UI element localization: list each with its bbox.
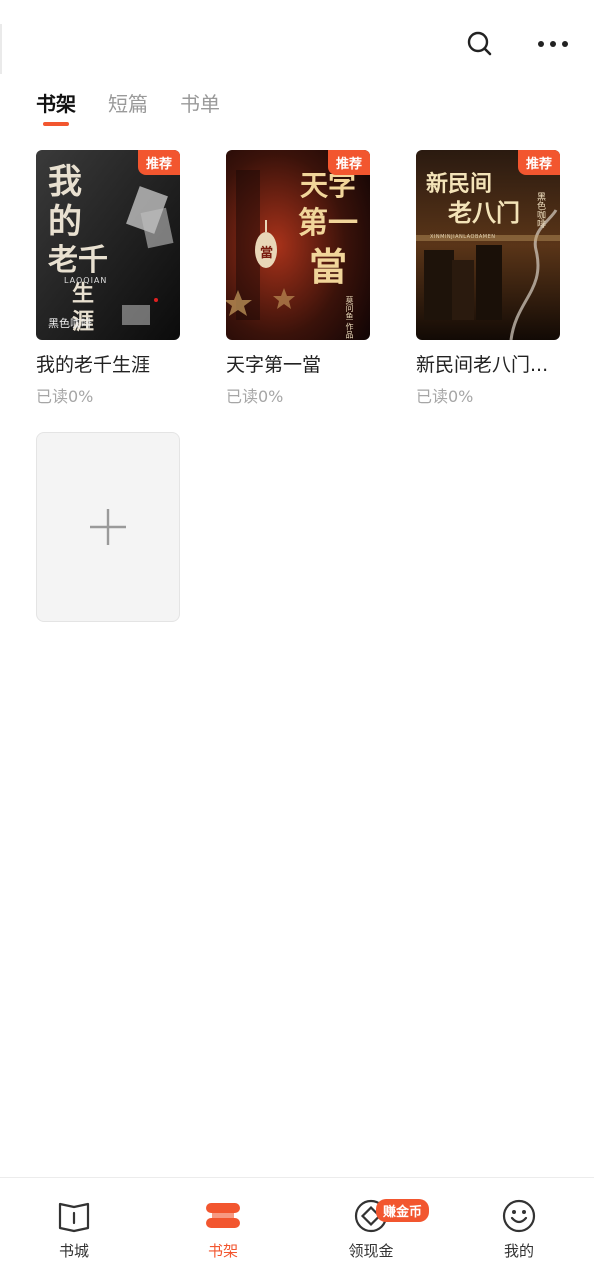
book-title[interactable]: 我的老千生涯 (36, 350, 180, 377)
bottom-nav: 书城 书架 领现金 赚金币 我的 (0, 1177, 594, 1280)
book-card[interactable]: 天字 第一 當 當 莫问鱼 作品 推荐 天字第一當 已读0% (226, 150, 370, 407)
book-card[interactable]: 新民间 老八门 XINMINJIANLAOBAMEN 黑色咖啡 推荐 新民间老八… (416, 150, 560, 407)
cover-subtitle: XINMINJIANLAOBAMEN (430, 234, 496, 240)
book-title[interactable]: 天字第一當 (226, 350, 370, 377)
nav-label: 领现金 (348, 1242, 394, 1260)
left-edge-divider (0, 24, 2, 74)
nav-profile[interactable]: 我的 (479, 1196, 559, 1266)
read-progress: 已读0% (416, 387, 474, 406)
nav-label: 我的 (503, 1242, 534, 1260)
tab-bookshelf[interactable]: 书架 (36, 88, 76, 126)
cover-title-line: 老八门 (448, 198, 520, 227)
smile-icon (502, 1199, 536, 1233)
search-icon (467, 31, 492, 56)
read-progress: 已读0% (36, 387, 94, 406)
cover-author: 黑色咖啡 (535, 192, 545, 228)
tab-active-indicator (43, 122, 69, 126)
recommend-badge: 推荐 (137, 150, 180, 175)
top-bar (0, 0, 594, 80)
nav-icon-wrap (203, 1196, 243, 1236)
book-card[interactable]: 我的 老千 生涯 LAOQIAN 黑色咖啡 推荐 我的老千生涯 已读0% (36, 150, 180, 407)
cover-title-art: 天字 第一 當 (296, 168, 360, 290)
cover-author: 黑色咖啡 (48, 317, 92, 330)
book-store-icon (58, 1202, 90, 1233)
cover-lantern-text: 當 (260, 246, 274, 261)
cover-title-line: 當 (308, 244, 347, 289)
tab-booklists[interactable]: 书单 (180, 88, 220, 120)
tab-short-stories[interactable]: 短篇 (108, 88, 148, 120)
nav-book-store[interactable]: 书城 (34, 1196, 114, 1266)
more-button[interactable] (533, 24, 573, 64)
cover-title-line: 新民间 (426, 171, 493, 197)
search-button[interactable] (460, 24, 500, 64)
cover-title-art: 新民间 老八门 (426, 170, 536, 228)
cover-title-line: 第一 (298, 206, 358, 241)
nav-label: 书城 (58, 1242, 89, 1260)
book-title[interactable]: 新民间老八门... (416, 350, 560, 377)
cover-title-art: 我的 老千 生涯 (48, 162, 108, 336)
nav-label: 书架 (207, 1242, 238, 1260)
read-progress: 已读0% (226, 387, 284, 406)
recommend-badge: 推荐 (327, 150, 370, 175)
shelf-tabs: 书架 短篇 书单 (36, 88, 220, 132)
tab-label: 书架 (36, 92, 76, 116)
cover-title-line: 老千 (48, 243, 108, 278)
book-cover[interactable]: 我的 老千 生涯 LAOQIAN 黑色咖啡 推荐 (36, 150, 180, 340)
cover-subtitle: LAOQIAN (64, 276, 108, 285)
nav-icon-wrap (54, 1196, 94, 1236)
cover-title-line: 我的 (48, 162, 82, 242)
nav-icon-wrap (499, 1196, 539, 1236)
plus-icon (90, 509, 126, 545)
add-book-button[interactable] (36, 432, 180, 622)
more-icon (538, 41, 568, 47)
tab-label: 短篇 (108, 92, 148, 116)
nav-bookshelf[interactable]: 书架 (183, 1196, 263, 1266)
tab-label: 书单 (180, 92, 220, 116)
book-cover[interactable]: 新民间 老八门 XINMINJIANLAOBAMEN 黑色咖啡 推荐 (416, 150, 560, 340)
earn-coins-badge[interactable]: 赚金币 (376, 1199, 430, 1222)
cover-author: 莫问鱼 作品 (345, 296, 354, 339)
recommend-badge: 推荐 (517, 150, 560, 175)
bookshelf-icon (206, 1203, 240, 1228)
book-cover[interactable]: 天字 第一 當 當 莫问鱼 作品 推荐 (226, 150, 370, 340)
